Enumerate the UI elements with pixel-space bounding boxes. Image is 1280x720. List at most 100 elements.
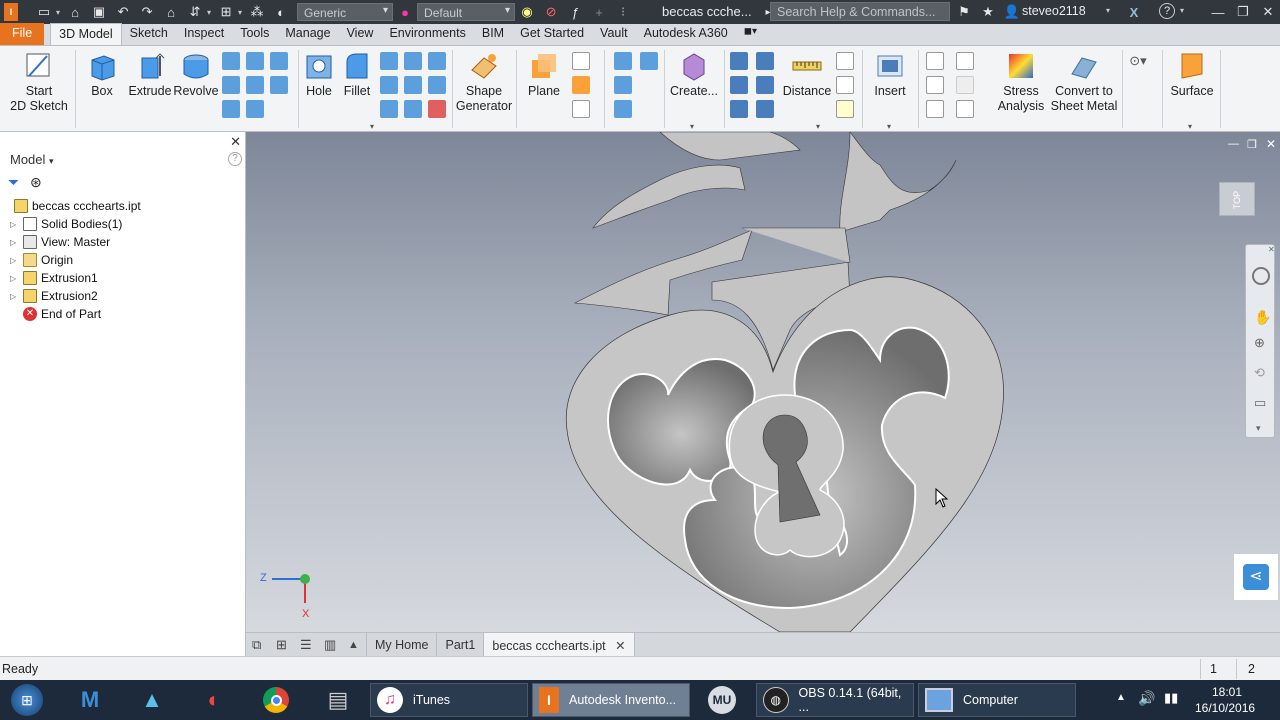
look-at-icon[interactable]: ▭ xyxy=(1254,395,1266,411)
fillet-button[interactable]: Fillet xyxy=(340,50,374,99)
new-dropdown-icon[interactable]: ▾ xyxy=(56,8,60,17)
viewport-close-button[interactable]: ✕ xyxy=(1266,137,1276,151)
close-icon[interactable]: ✕ xyxy=(230,134,241,150)
patch-icon[interactable] xyxy=(756,76,774,94)
appearance-combo[interactable]: Generic xyxy=(297,3,394,21)
taskbar-malwarebytes-icon[interactable]: M xyxy=(70,683,110,717)
help-dropdown-icon[interactable]: ▾ xyxy=(1180,6,1184,15)
distance-button[interactable]: Distance xyxy=(783,50,831,99)
tab-sketch[interactable]: Sketch xyxy=(122,23,176,45)
heart-lock-model[interactable] xyxy=(246,132,1280,632)
tab-environments[interactable]: Environments xyxy=(381,23,473,45)
search-browser-icon[interactable]: ⊛ xyxy=(30,174,42,191)
shape-generator-button[interactable]: Shape Generator xyxy=(456,50,512,114)
expand-icon[interactable]: ▷ xyxy=(10,220,20,229)
binoculars-icon[interactable]: ⚑ xyxy=(955,3,973,21)
taskbar-itunes[interactable]: ♫ iTunes xyxy=(370,683,528,717)
user-icon[interactable]: 👤 xyxy=(1003,3,1021,21)
surface-button[interactable]: Surface xyxy=(1168,50,1216,99)
surface-arrow-icon[interactable]: ▾ xyxy=(1188,122,1192,131)
insert-arrow-icon[interactable]: ▾ xyxy=(887,122,891,131)
tree-item-view-master[interactable]: ▷ View: Master xyxy=(10,233,110,251)
rib-icon[interactable] xyxy=(270,76,288,94)
taskbar-ccleaner-icon[interactable]: ◐ xyxy=(194,683,234,717)
tree-item-solid-bodies[interactable]: ▷ Solid Bodies(1) xyxy=(10,215,122,233)
unwrap-icon[interactable] xyxy=(756,52,774,70)
delete-face-icon[interactable] xyxy=(428,100,446,118)
import-cad-icon[interactable] xyxy=(926,76,944,94)
expand-icon[interactable]: ▷ xyxy=(10,238,20,247)
star-icon[interactable]: ★ xyxy=(979,3,997,21)
tab-view[interactable]: View xyxy=(339,23,382,45)
more-icon[interactable]: ⁝ xyxy=(614,3,632,21)
home-icon[interactable]: ⌂ xyxy=(162,3,180,21)
tray-volume-icon[interactable]: 🔊 xyxy=(1138,690,1155,707)
convert-icon[interactable] xyxy=(730,52,748,70)
taskbar-chrome-icon[interactable] xyxy=(256,683,296,717)
tray-time[interactable]: 18:01 xyxy=(1212,685,1242,699)
box-button[interactable]: Box xyxy=(84,50,120,99)
taskbar-files-icon[interactable]: ▤ xyxy=(318,683,358,717)
app-logo-icon[interactable]: I xyxy=(4,3,18,21)
tab-tools[interactable]: Tools xyxy=(232,23,277,45)
graphics-viewport[interactable]: Z X TOP — ❐ ✕ ✕ ✋ ⊕ ⟲ ▭ ▾ ⋖ xyxy=(246,132,1280,632)
tab-manage[interactable]: Manage xyxy=(277,23,338,45)
start-sketch-button[interactable]: Start 2D Sketch xyxy=(10,50,68,114)
color-icon[interactable]: ● xyxy=(396,3,414,21)
tab-beccas-ccchearts[interactable]: beccas ccchearts.ipt ✕ xyxy=(483,632,635,657)
extrude-button[interactable]: Extrude xyxy=(128,50,172,99)
chamfer-icon[interactable] xyxy=(380,52,398,70)
update-dropdown-icon[interactable]: ▾ xyxy=(207,8,211,17)
tray-date[interactable]: 16/10/2016 xyxy=(1195,701,1255,715)
taskbar-inventor[interactable]: I Autodesk Invento... xyxy=(532,683,690,717)
close-button[interactable]: ✕ xyxy=(1256,2,1280,22)
update-icon[interactable]: ⇵ xyxy=(186,3,204,21)
new-file-icon[interactable]: ▭ xyxy=(35,3,53,21)
angle-icon[interactable] xyxy=(836,52,854,70)
stress-analysis-button[interactable]: Stress Analysis xyxy=(996,50,1046,114)
tab-bim[interactable]: BIM xyxy=(474,23,512,45)
create-button[interactable]: Create... xyxy=(670,50,718,99)
adjust-icon[interactable]: ◉ xyxy=(518,3,536,21)
expand-icon[interactable]: ▷ xyxy=(10,292,20,301)
user-dropdown-icon[interactable]: ▾ xyxy=(1106,6,1110,15)
cascade-icon[interactable]: ⧉ xyxy=(252,637,270,653)
taskbar-obs[interactable]: ◍ OBS 0.14.1 (64bit, ... xyxy=(756,683,914,717)
doc-menu-icon[interactable]: ▲ xyxy=(348,639,366,651)
plane-button[interactable]: Plane xyxy=(522,50,566,99)
open-icon[interactable]: ⌂ xyxy=(66,3,84,21)
modify-panel-arrow-icon[interactable]: ▾ xyxy=(370,122,374,131)
taskbar-computer[interactable]: Computer xyxy=(918,683,1076,717)
help-circle-icon[interactable]: ? xyxy=(228,152,242,166)
point-icon[interactable] xyxy=(572,76,590,94)
thicken-icon[interactable] xyxy=(380,100,398,118)
select-icon[interactable]: ⊞ xyxy=(217,3,235,21)
derive-icon[interactable] xyxy=(246,76,264,94)
expand-icon[interactable]: ▷ xyxy=(10,256,20,265)
ilogic-icon[interactable] xyxy=(926,100,944,118)
sculpt-icon[interactable] xyxy=(730,100,748,118)
trim-icon[interactable] xyxy=(756,100,774,118)
start-button[interactable]: ⊞ xyxy=(6,683,48,717)
close-icon[interactable]: ✕ xyxy=(615,639,625,653)
tree-item-part[interactable]: beccas ccchearts.ipt xyxy=(14,197,141,215)
share-button[interactable]: ⋖ xyxy=(1234,554,1278,600)
clear-icon[interactable]: ⊘ xyxy=(542,3,560,21)
tree-item-extrusion2[interactable]: ▷ Extrusion2 xyxy=(10,287,98,305)
dropdown-circle-icon[interactable]: ⊙▾ xyxy=(1129,52,1147,70)
area-icon[interactable] xyxy=(836,100,854,118)
rect-pattern-icon[interactable] xyxy=(614,52,632,70)
circ-pattern-icon[interactable] xyxy=(614,76,632,94)
steering-wheel-icon[interactable] xyxy=(1252,267,1270,285)
save-icon[interactable]: ▣ xyxy=(90,3,108,21)
arrange-v-icon[interactable]: ▥ xyxy=(324,637,342,653)
properties-icon[interactable]: ⁂ xyxy=(248,3,266,21)
combine-icon[interactable] xyxy=(428,76,446,94)
mirror-icon[interactable] xyxy=(640,52,658,70)
split-icon[interactable] xyxy=(404,76,422,94)
arrange-h-icon[interactable]: ☰ xyxy=(300,637,318,653)
tab-3d-model[interactable]: 3D Model xyxy=(50,23,122,45)
draft-icon[interactable] xyxy=(428,52,446,70)
taskbar-mu-icon[interactable]: MU xyxy=(702,683,742,717)
sketch-pattern-icon[interactable] xyxy=(614,100,632,118)
